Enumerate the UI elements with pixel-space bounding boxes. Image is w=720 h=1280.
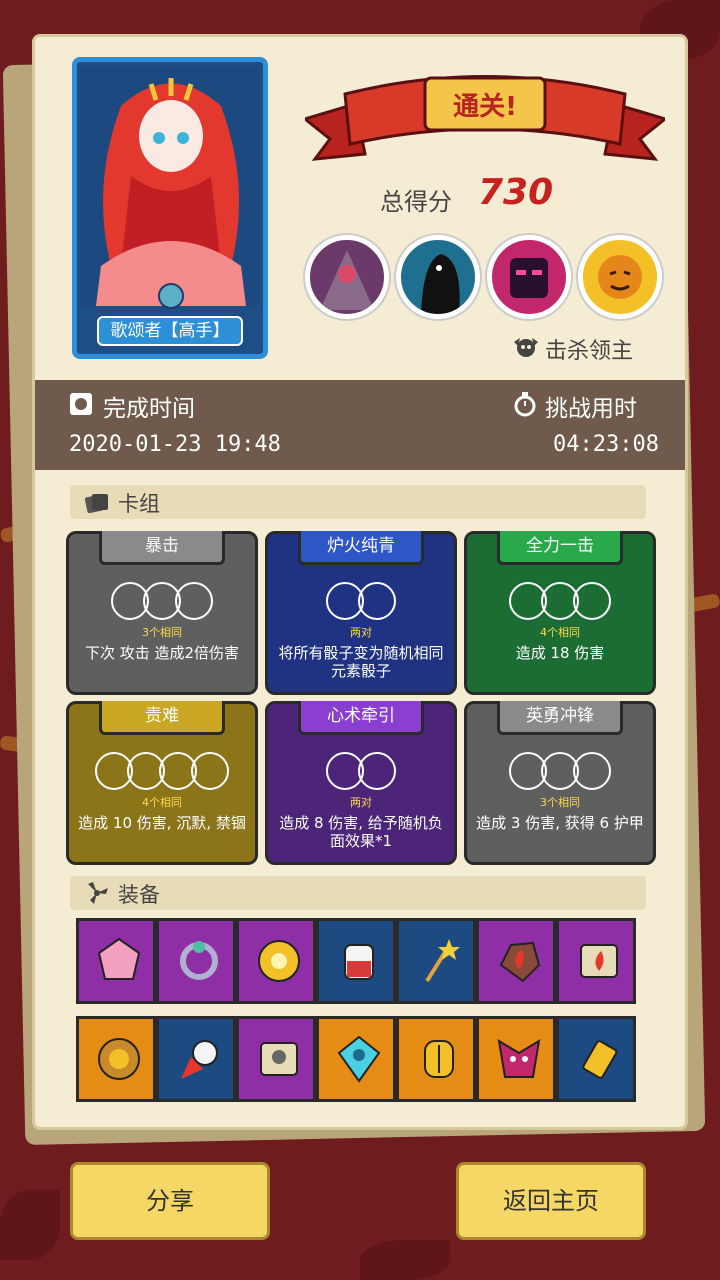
equipment-slot[interactable] (556, 1016, 636, 1102)
potion-jar-icon (344, 944, 374, 980)
banner-title: 通关! (453, 92, 517, 122)
deck-card[interactable]: 暴击 3个相同下次 攻击 造成2倍伤害 (66, 531, 258, 695)
card-condition: 4个相同 (142, 796, 182, 809)
equipment-title: 装备 (118, 883, 160, 907)
hero-portrait (81, 66, 259, 309)
shadow-boss-icon (421, 254, 460, 314)
gold-medallion-icon (258, 940, 300, 982)
card-description: 造成 3 伤害, 获得 6 护甲 (476, 814, 644, 832)
card-description: 造成 18 伤害 (515, 644, 605, 662)
boss-portrait-2[interactable] (396, 235, 480, 319)
sun-boss-icon (598, 255, 642, 299)
boss-portrait-1[interactable] (305, 235, 389, 319)
leaf-decoration (360, 1240, 450, 1280)
card-description: 下次 攻击 造成2倍伤害 (84, 644, 240, 662)
duration-label: 挑战用时 (545, 396, 637, 422)
equipment-slot[interactable] (316, 918, 396, 1004)
singer-portrait-icon (96, 78, 246, 309)
card-name: 暴击 (99, 531, 225, 565)
skull-rocket-icon (181, 1040, 218, 1079)
dice-slots (467, 752, 653, 790)
equipment-slot[interactable] (556, 918, 636, 1004)
card-name: 炉火纯青 (298, 531, 424, 565)
equipment-slot[interactable] (156, 918, 236, 1004)
lion-ring-icon (98, 1038, 140, 1080)
dice-slot (573, 752, 611, 790)
boss-portrait-4[interactable] (578, 235, 662, 319)
equipment-slot[interactable] (156, 1016, 236, 1102)
dice-slot (358, 582, 396, 620)
mech-boss-icon (510, 258, 548, 298)
equipment-slot[interactable] (476, 1016, 556, 1102)
duration-value: 04:23:08 (553, 432, 659, 457)
dice-slot (191, 752, 229, 790)
leaf-decoration (0, 1190, 60, 1260)
crystal-skull-icon (337, 1035, 381, 1083)
dice-slot (573, 582, 611, 620)
card-name: 全力一击 (497, 531, 623, 565)
bosses-killed-label: 击杀领主 (545, 339, 634, 364)
dice-slots (69, 752, 255, 790)
card-name: 责难 (99, 701, 225, 735)
skull-icon (514, 338, 538, 357)
fire-rock-icon (499, 941, 541, 983)
equipment-slot[interactable] (76, 1016, 156, 1102)
demon-mask-icon (497, 1039, 541, 1078)
equipment-slot[interactable] (236, 1016, 316, 1102)
dice-slots (268, 752, 454, 790)
deck-card[interactable]: 炉火纯青两对将所有骰子变为随机相同元素骰子 (265, 531, 457, 695)
dice-slots (467, 582, 653, 620)
card-name: 心术牵引 (298, 701, 424, 735)
home-button[interactable]: 返回主页 (456, 1162, 646, 1240)
fire-scroll-icon (580, 944, 618, 978)
completed-time-label: 完成时间 (103, 396, 195, 422)
golden-helmet-icon (424, 1040, 454, 1078)
propeller-icon (88, 882, 108, 904)
pyramid-boss-icon (320, 250, 374, 310)
deck-section-header: 卡组 (70, 485, 646, 519)
ring-icon (180, 941, 218, 980)
card-condition: 3个相同 (142, 626, 182, 639)
deck-card[interactable]: 全力一击 4个相同造成 18 伤害 (464, 531, 656, 695)
deck-title: 卡组 (118, 492, 160, 516)
card-condition: 4个相同 (540, 626, 580, 639)
dice-slots (268, 582, 454, 620)
card-condition: 两对 (350, 626, 372, 639)
equipment-slot[interactable] (236, 918, 316, 1004)
card-condition: 3个相同 (540, 796, 580, 809)
skull-scroll-icon (260, 1042, 298, 1076)
dice-slot (175, 582, 213, 620)
time-band: 完成时间 2020-01-23 19:48 挑战用时 04:23:08 (35, 380, 685, 470)
dice-slots (69, 582, 255, 620)
equipment-slot[interactable] (476, 918, 556, 1004)
equipment-slot[interactable] (396, 918, 476, 1004)
cards-icon (84, 494, 108, 514)
card-condition: 两对 (350, 796, 372, 809)
film-clock-icon (70, 393, 92, 415)
equipment-section-header: 装备 (70, 876, 646, 910)
card-description: 造成 8 伤害, 给予随机负面效果*1 (279, 814, 443, 850)
gem-icon (97, 937, 141, 980)
clear-banner: 通关! (301, 64, 669, 164)
card-name: 英勇冲锋 (497, 701, 623, 735)
hero-name: 歌颂者【高手】 (97, 316, 243, 346)
score-value: 730 (478, 172, 554, 213)
equipment-slot[interactable] (76, 918, 156, 1004)
card-description: 造成 10 伤害, 沉默, 禁锢 (78, 814, 246, 832)
card-description: 将所有骰子变为随机相同元素骰子 (278, 644, 444, 680)
star-wand-icon (425, 939, 460, 983)
deck-card[interactable]: 心术牵引两对造成 8 伤害, 给予随机负面效果*1 (265, 701, 457, 865)
hero-card[interactable]: 歌颂者【高手】 (72, 57, 268, 359)
equipment-slot[interactable] (316, 1016, 396, 1102)
deck-card[interactable]: 英勇冲锋 3个相同造成 3 伤害, 获得 6 护甲 (464, 701, 656, 865)
completed-time-value: 2020-01-23 19:48 (69, 432, 281, 457)
share-button[interactable]: 分享 (70, 1162, 270, 1240)
boss-portrait-3[interactable] (487, 235, 571, 319)
stopwatch-icon (514, 392, 536, 417)
deck-card[interactable]: 责难 4个相同造成 10 伤害, 沉默, 禁锢 (66, 701, 258, 865)
equipment-slot[interactable] (396, 1016, 476, 1102)
talisman-icon (582, 1040, 618, 1079)
score-label: 总得分 (380, 188, 452, 216)
dice-slot (358, 752, 396, 790)
